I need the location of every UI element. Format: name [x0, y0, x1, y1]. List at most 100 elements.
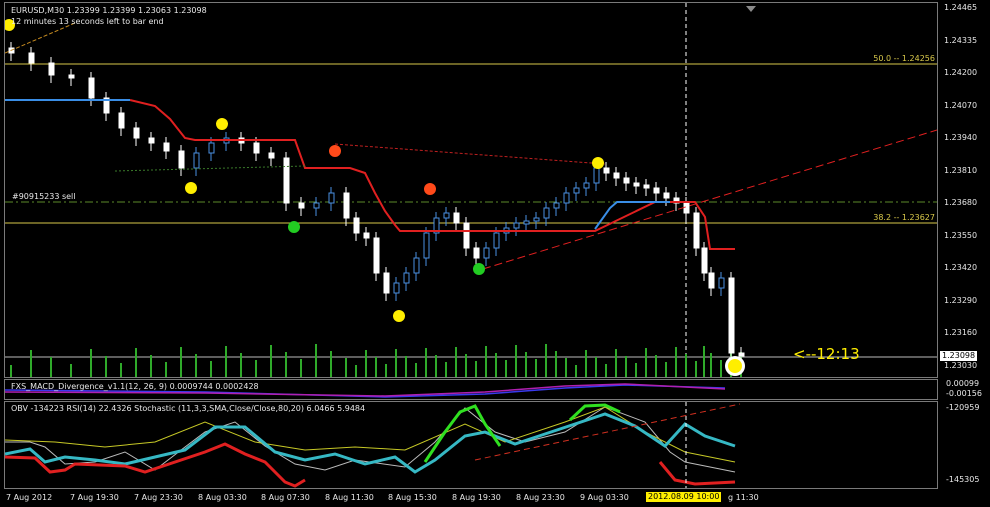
candle: [738, 352, 745, 357]
signal-dot: [288, 221, 300, 233]
candle: [298, 202, 305, 209]
candle: [453, 212, 460, 224]
time-axis[interactable]: 7 Aug 2012 7 Aug 19:30 7 Aug 23:30 8 Aug…: [4, 489, 990, 507]
candle: [563, 192, 570, 204]
osc-tick: -120959: [946, 403, 980, 412]
signal-dot: [592, 157, 604, 169]
candle: [583, 182, 590, 189]
symbol-header: EURUSD,M30 1.23399 1.23399 1.23063 1.230…: [11, 6, 207, 15]
volume-bar: [425, 348, 427, 377]
price-tick: 1.23810: [944, 165, 978, 175]
volume-bar: [270, 345, 272, 377]
candle: [268, 152, 275, 159]
price-tick: 1.24465: [944, 3, 978, 12]
volume-bar: [385, 364, 387, 377]
price-chart[interactable]: [5, 3, 937, 377]
volume-bar: [435, 355, 437, 377]
signal-dot: [473, 263, 485, 275]
volume-bar: [50, 357, 52, 377]
time-label: 8 Aug 11:30: [325, 493, 374, 502]
candle: [643, 184, 650, 189]
candle: [208, 142, 215, 154]
rsi-line: [5, 406, 736, 463]
time-label: 7 Aug 23:30: [134, 493, 183, 502]
signal-dot: [216, 118, 228, 130]
candle: [163, 142, 170, 152]
candle: [493, 232, 500, 249]
candle: [623, 177, 630, 184]
volume-bar: [475, 361, 477, 377]
fib-50-label: 50.0 -- 1.24256: [873, 54, 935, 63]
candle: [423, 232, 430, 259]
oscillator-panel[interactable]: OBV -134223 RSI(14) 22.4326 Stochastic (…: [4, 401, 938, 489]
candle: [633, 182, 640, 187]
volume-bar: [555, 351, 557, 377]
signal-dot: [393, 310, 405, 322]
candle: [513, 222, 520, 229]
signal-dot: [424, 183, 436, 195]
volume-bar: [195, 354, 197, 377]
volume-bar: [695, 361, 697, 377]
volume-bar: [375, 357, 377, 377]
volume-bar: [675, 347, 677, 377]
volume-bar: [535, 359, 537, 377]
candle: [728, 277, 735, 354]
candle: [593, 167, 600, 184]
volume-bar: [180, 347, 182, 377]
macd-panel[interactable]: FXS_MACD_Divergence_v1.1(12, 26, 9) 0.00…: [4, 379, 938, 400]
volume-bar: [495, 353, 497, 377]
stochastic-lower-red-2: [658, 461, 736, 486]
volume-bar: [665, 362, 667, 377]
price-tick: 1.24335: [944, 35, 978, 45]
candle: [473, 247, 480, 259]
candle: [353, 217, 360, 234]
osc-tick: -145305: [946, 475, 980, 484]
candle: [68, 74, 75, 79]
candle: [363, 232, 370, 239]
price-axis[interactable]: 1.24465 1.24335 1.24200 1.24070 1.23940 1.238…: [938, 2, 990, 378]
trendline-green: [114, 165, 306, 172]
price-tick: 1.23940: [944, 133, 978, 142]
oscillator-header: OBV -134223 RSI(14) 22.4326 Stochastic (…: [11, 404, 366, 413]
candle: [118, 112, 125, 129]
time-label: g 11:30: [728, 493, 759, 502]
volume-bar: [565, 358, 567, 377]
candle: [443, 212, 450, 219]
signal-dot: [329, 145, 341, 157]
volume-bar: [720, 360, 722, 377]
volume-bar: [465, 354, 467, 377]
volume-bar: [10, 365, 12, 377]
volume-bar: [225, 346, 227, 377]
volume-bar: [505, 360, 507, 377]
volume-bar: [615, 349, 617, 377]
time-label: 8 Aug 23:30: [516, 493, 565, 502]
candle: [133, 127, 140, 139]
trendline-orange: [5, 22, 76, 54]
volume-bar: [605, 364, 607, 377]
volume-bar: [70, 364, 72, 377]
main-chart-panel[interactable]: EURUSD,M30 1.23399 1.23399 1.23063 1.230…: [4, 2, 938, 378]
volume-bar: [30, 350, 32, 377]
price-tick: 1.23550: [944, 230, 978, 240]
macd-tick: 0.00099: [946, 379, 980, 388]
candle: [708, 272, 715, 289]
order-label: #90915233 sell: [12, 192, 76, 201]
candle: [48, 62, 55, 76]
candle: [701, 247, 708, 274]
signal-dot: [185, 182, 197, 194]
macd-axis: 0.00099 -0.00156: [938, 379, 990, 400]
volume-bar: [105, 356, 107, 377]
time-label: 8 Aug 07:30: [261, 493, 310, 502]
candle: [283, 157, 290, 204]
volume-bar: [165, 362, 167, 377]
obv-line: [5, 412, 736, 474]
candle: [653, 187, 660, 194]
volume-bar: [150, 355, 152, 377]
volume-bar: [515, 345, 517, 377]
time-label: 8 Aug 15:30: [388, 493, 437, 502]
macd-tick: -0.00156: [946, 389, 982, 398]
candle: [483, 247, 490, 259]
volume-bar: [545, 344, 547, 377]
candle: [313, 202, 320, 209]
price-tick: 1.23420: [944, 263, 978, 272]
